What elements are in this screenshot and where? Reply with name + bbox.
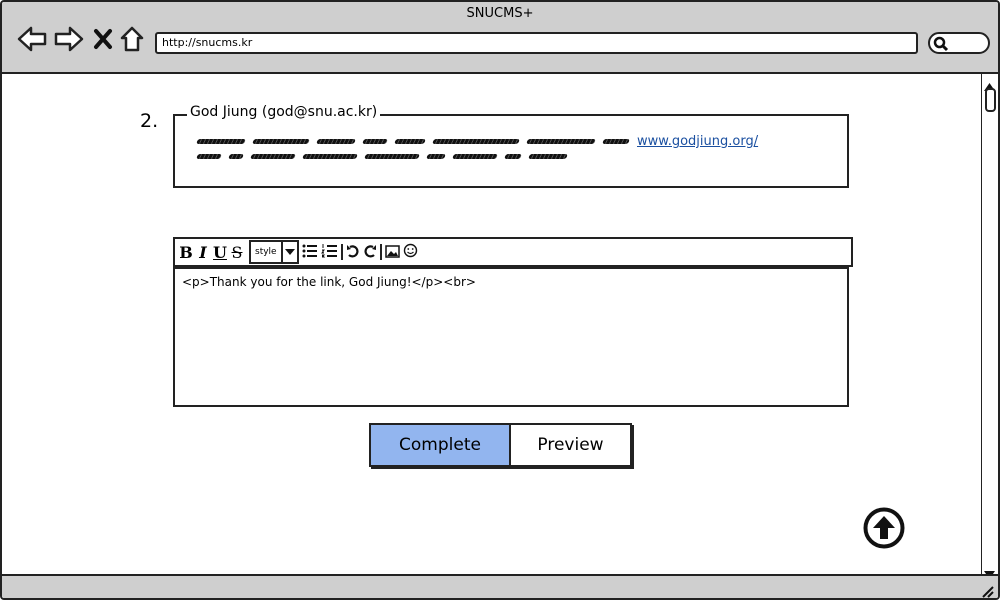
back-icon[interactable]	[16, 24, 48, 54]
stop-icon[interactable]	[92, 24, 114, 54]
author-link[interactable]: www.godjiung.org/	[637, 134, 758, 149]
comment-text-line: www.godjiung.org/	[196, 134, 758, 149]
browser-window: SNUCMS+ http://snucms.kr 2. God Jiung (g…	[0, 0, 1000, 600]
style-select[interactable]: style	[249, 240, 299, 264]
chevron-down-icon	[280, 242, 297, 262]
complete-button[interactable]: Complete	[371, 425, 511, 465]
forward-icon[interactable]	[53, 24, 85, 54]
comment-number: 2.	[140, 110, 159, 132]
toolbar-divider	[379, 244, 382, 260]
search-field[interactable]	[928, 32, 990, 54]
underline-icon[interactable]: U	[213, 243, 227, 262]
redo-icon[interactable]	[363, 243, 377, 262]
comment-box: God Jiung (god@snu.ac.kr) www.godjiung.o…	[173, 104, 849, 188]
italic-icon[interactable]: I	[196, 243, 210, 262]
style-select-label: style	[255, 247, 277, 257]
comment-author: God Jiung (god@snu.ac.kr)	[187, 104, 381, 120]
comment-text-line	[196, 154, 568, 159]
bold-icon[interactable]: B	[179, 243, 193, 262]
strikethrough-icon[interactable]: S	[230, 243, 244, 262]
bullet-list-icon[interactable]	[302, 243, 318, 262]
scrollbar-thumb[interactable]	[985, 88, 996, 112]
numbered-list-icon[interactable]	[320, 243, 338, 262]
resize-grip-icon[interactable]	[980, 584, 994, 598]
scroll-down-arrow-icon[interactable]	[984, 564, 995, 579]
vertical-scrollbar[interactable]	[981, 74, 997, 579]
scroll-up-icon[interactable]	[863, 507, 905, 553]
emoji-icon[interactable]	[403, 243, 418, 262]
browser-titlebar: SNUCMS+ http://snucms.kr	[2, 2, 998, 74]
window-title: SNUCMS+	[466, 6, 534, 21]
preview-button[interactable]: Preview	[511, 425, 630, 465]
comment-editor[interactable]: <p>Thank you for the link, God Jiung!</p…	[173, 267, 849, 407]
undo-icon[interactable]	[346, 243, 360, 262]
home-icon[interactable]	[119, 24, 145, 54]
editor-toolbar: B I U S style	[173, 237, 853, 267]
scroll-up-arrow-icon[interactable]	[984, 76, 995, 91]
toolbar-divider	[340, 244, 343, 260]
editor-content: <p>Thank you for the link, God Jiung!</p…	[182, 275, 476, 289]
url-bar[interactable]: http://snucms.kr	[155, 32, 918, 54]
search-icon	[933, 36, 949, 52]
action-buttons: Complete Preview	[369, 423, 632, 467]
status-bar	[2, 574, 998, 598]
image-icon[interactable]	[384, 243, 400, 262]
